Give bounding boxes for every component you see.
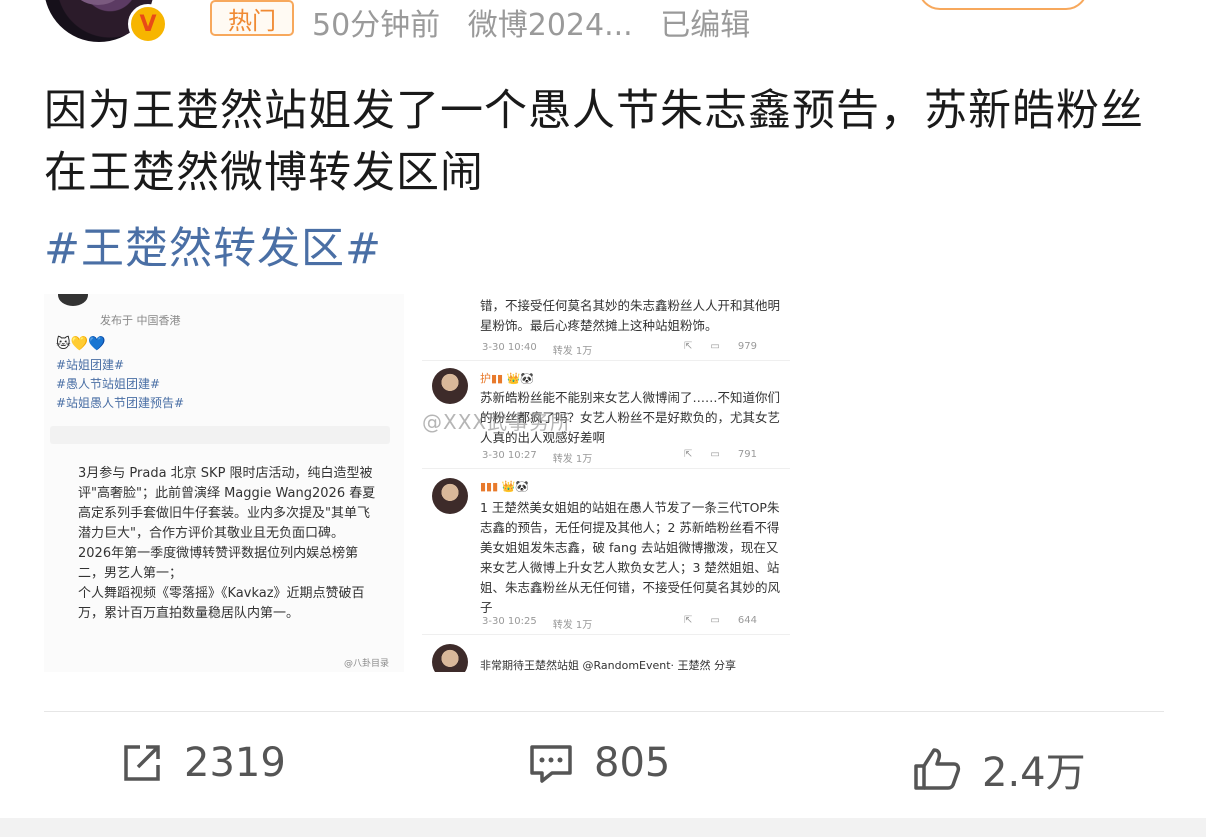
divider (422, 634, 790, 635)
verified-badge-icon: V (128, 4, 168, 44)
right-top-text: 错，不接受任何莫名其妙的朱志鑫粉丝人人开和其他明星粉饰。最后心疼楚然摊上这种站姐… (480, 298, 781, 333)
image-watermark: @XXX武事务所 (422, 410, 572, 434)
left-tag-2: #愚人节站姐团建# (56, 377, 161, 391)
like-count: 979 (737, 341, 757, 352)
blurred-region (50, 426, 390, 444)
comment-repost: 转发 1万 (552, 620, 593, 631)
divider (422, 360, 790, 361)
commenter-avatar (432, 368, 468, 404)
edited-label[interactable]: 已编辑 (660, 8, 750, 43)
comment-icon: ▭ (710, 449, 720, 460)
post-text: 因为王楚然站姐发了一个愚人节朱志鑫预告，苏新皓粉丝在王楚然微博转发区闹 (44, 86, 1144, 198)
comment-actions-3: ⇱ ▭ 644 (684, 615, 757, 626)
repost-icon (124, 745, 160, 781)
commenter-name: 护▮▮ 👑🐼 (480, 372, 534, 385)
commenter-avatar (432, 644, 468, 672)
comment-icon: ▭ (710, 615, 720, 626)
share-icon: ⇱ (684, 615, 693, 626)
share-icon: ⇱ (684, 449, 693, 460)
repost-button[interactable]: 2319 (120, 740, 286, 786)
avatar-face (72, 0, 124, 5)
commenter-name: ▮▮▮ 👑🐼 (480, 480, 530, 493)
share-icon: ⇱ (684, 341, 693, 352)
hot-tag: 热门 (210, 0, 294, 36)
location-text: 发布于 中国香港 (100, 314, 181, 327)
comment-icon: ▭ (710, 341, 720, 352)
emoji-line: 🐱💛💙 (56, 336, 106, 352)
repost-count: 2319 (184, 740, 286, 786)
comment-meta-2: 3-30 10:27 转发 1万 (482, 450, 592, 465)
comment-actions-2: ⇱ ▭ 791 (684, 449, 757, 460)
weibo-post: V 热门 50分钟前 微博2024... 已编辑 因为王楚然站姐发了一个愚人节朱… (0, 0, 1206, 837)
like-count: 644 (737, 615, 757, 626)
comment-date: 3-30 10:27 (482, 450, 537, 461)
user-avatar-fragment (58, 294, 88, 306)
comment-count: 805 (594, 740, 671, 786)
hashtag-link[interactable]: #王楚然转发区# (44, 214, 382, 276)
comment-repost: 转发 1万 (552, 454, 593, 465)
post-source[interactable]: 微博2024... (468, 8, 633, 43)
post-image[interactable]: 发布于 中国香港 🐱💛💙 #站姐团建# #愚人节站姐团建# #站姐愚人节团建预告… (44, 294, 790, 672)
comment-date: 3-30 10:25 (482, 616, 537, 627)
post-header: V 热门 50分钟前 微博2024... 已编辑 (0, 0, 1206, 60)
like-count: 2.4万 (982, 750, 1086, 796)
comment-text-3: 1 王楚然美女姐姐的站姐在愚人节发了一条三代TOP朱志鑫的预告，无任何提及其他人… (480, 500, 781, 615)
bottom-spacer (0, 818, 1206, 837)
comment-meta-3: 3-30 10:25 转发 1万 (482, 616, 592, 631)
follow-button[interactable] (918, 0, 1088, 10)
comment-date: 3-30 10:40 (482, 342, 537, 353)
like-button[interactable]: 2.4万 (912, 740, 1086, 798)
comment-button[interactable]: 805 (528, 740, 670, 786)
thumbs-up-icon (914, 748, 961, 790)
comment-meta-1: 3-30 10:40 转发 1万 (482, 342, 592, 357)
left-tag-1: #站姐团建# (56, 358, 125, 372)
comment-text-4: 非常期待王楚然站姐 @RandomEvent· 王楚然 分享 (480, 659, 737, 672)
post-meta: 50分钟前 微博2024... 已编辑 (312, 0, 768, 44)
comment-repost: 转发 1万 (552, 346, 593, 357)
image-left-screenshot: 发布于 中国香港 🐱💛💙 #站姐团建# #愚人节站姐团建# #站姐愚人节团建预告… (44, 294, 404, 672)
action-bar: 2319 805 2.4万 (0, 712, 1206, 818)
left-watermark: @八卦目录 (344, 659, 390, 669)
commenter-avatar (432, 478, 468, 514)
comment-icon (530, 745, 572, 783)
comment-actions-1: ⇱ ▭ 979 (684, 341, 757, 352)
image-right-screenshot: 错，不接受任何莫名其妙的朱志鑫粉丝人人开和其他明星粉饰。最后心疼楚然摊上这种站姐… (422, 294, 790, 672)
left-tag-3: #站姐愚人节团建预告# (56, 396, 185, 410)
left-body-text: 3月参与 Prada 北京 SKP 限时店活动，纯白造型被评"高奢脸"；此前曾演… (78, 466, 376, 621)
like-count: 791 (737, 449, 757, 460)
divider (422, 468, 790, 469)
post-time: 50分钟前 (312, 8, 441, 43)
